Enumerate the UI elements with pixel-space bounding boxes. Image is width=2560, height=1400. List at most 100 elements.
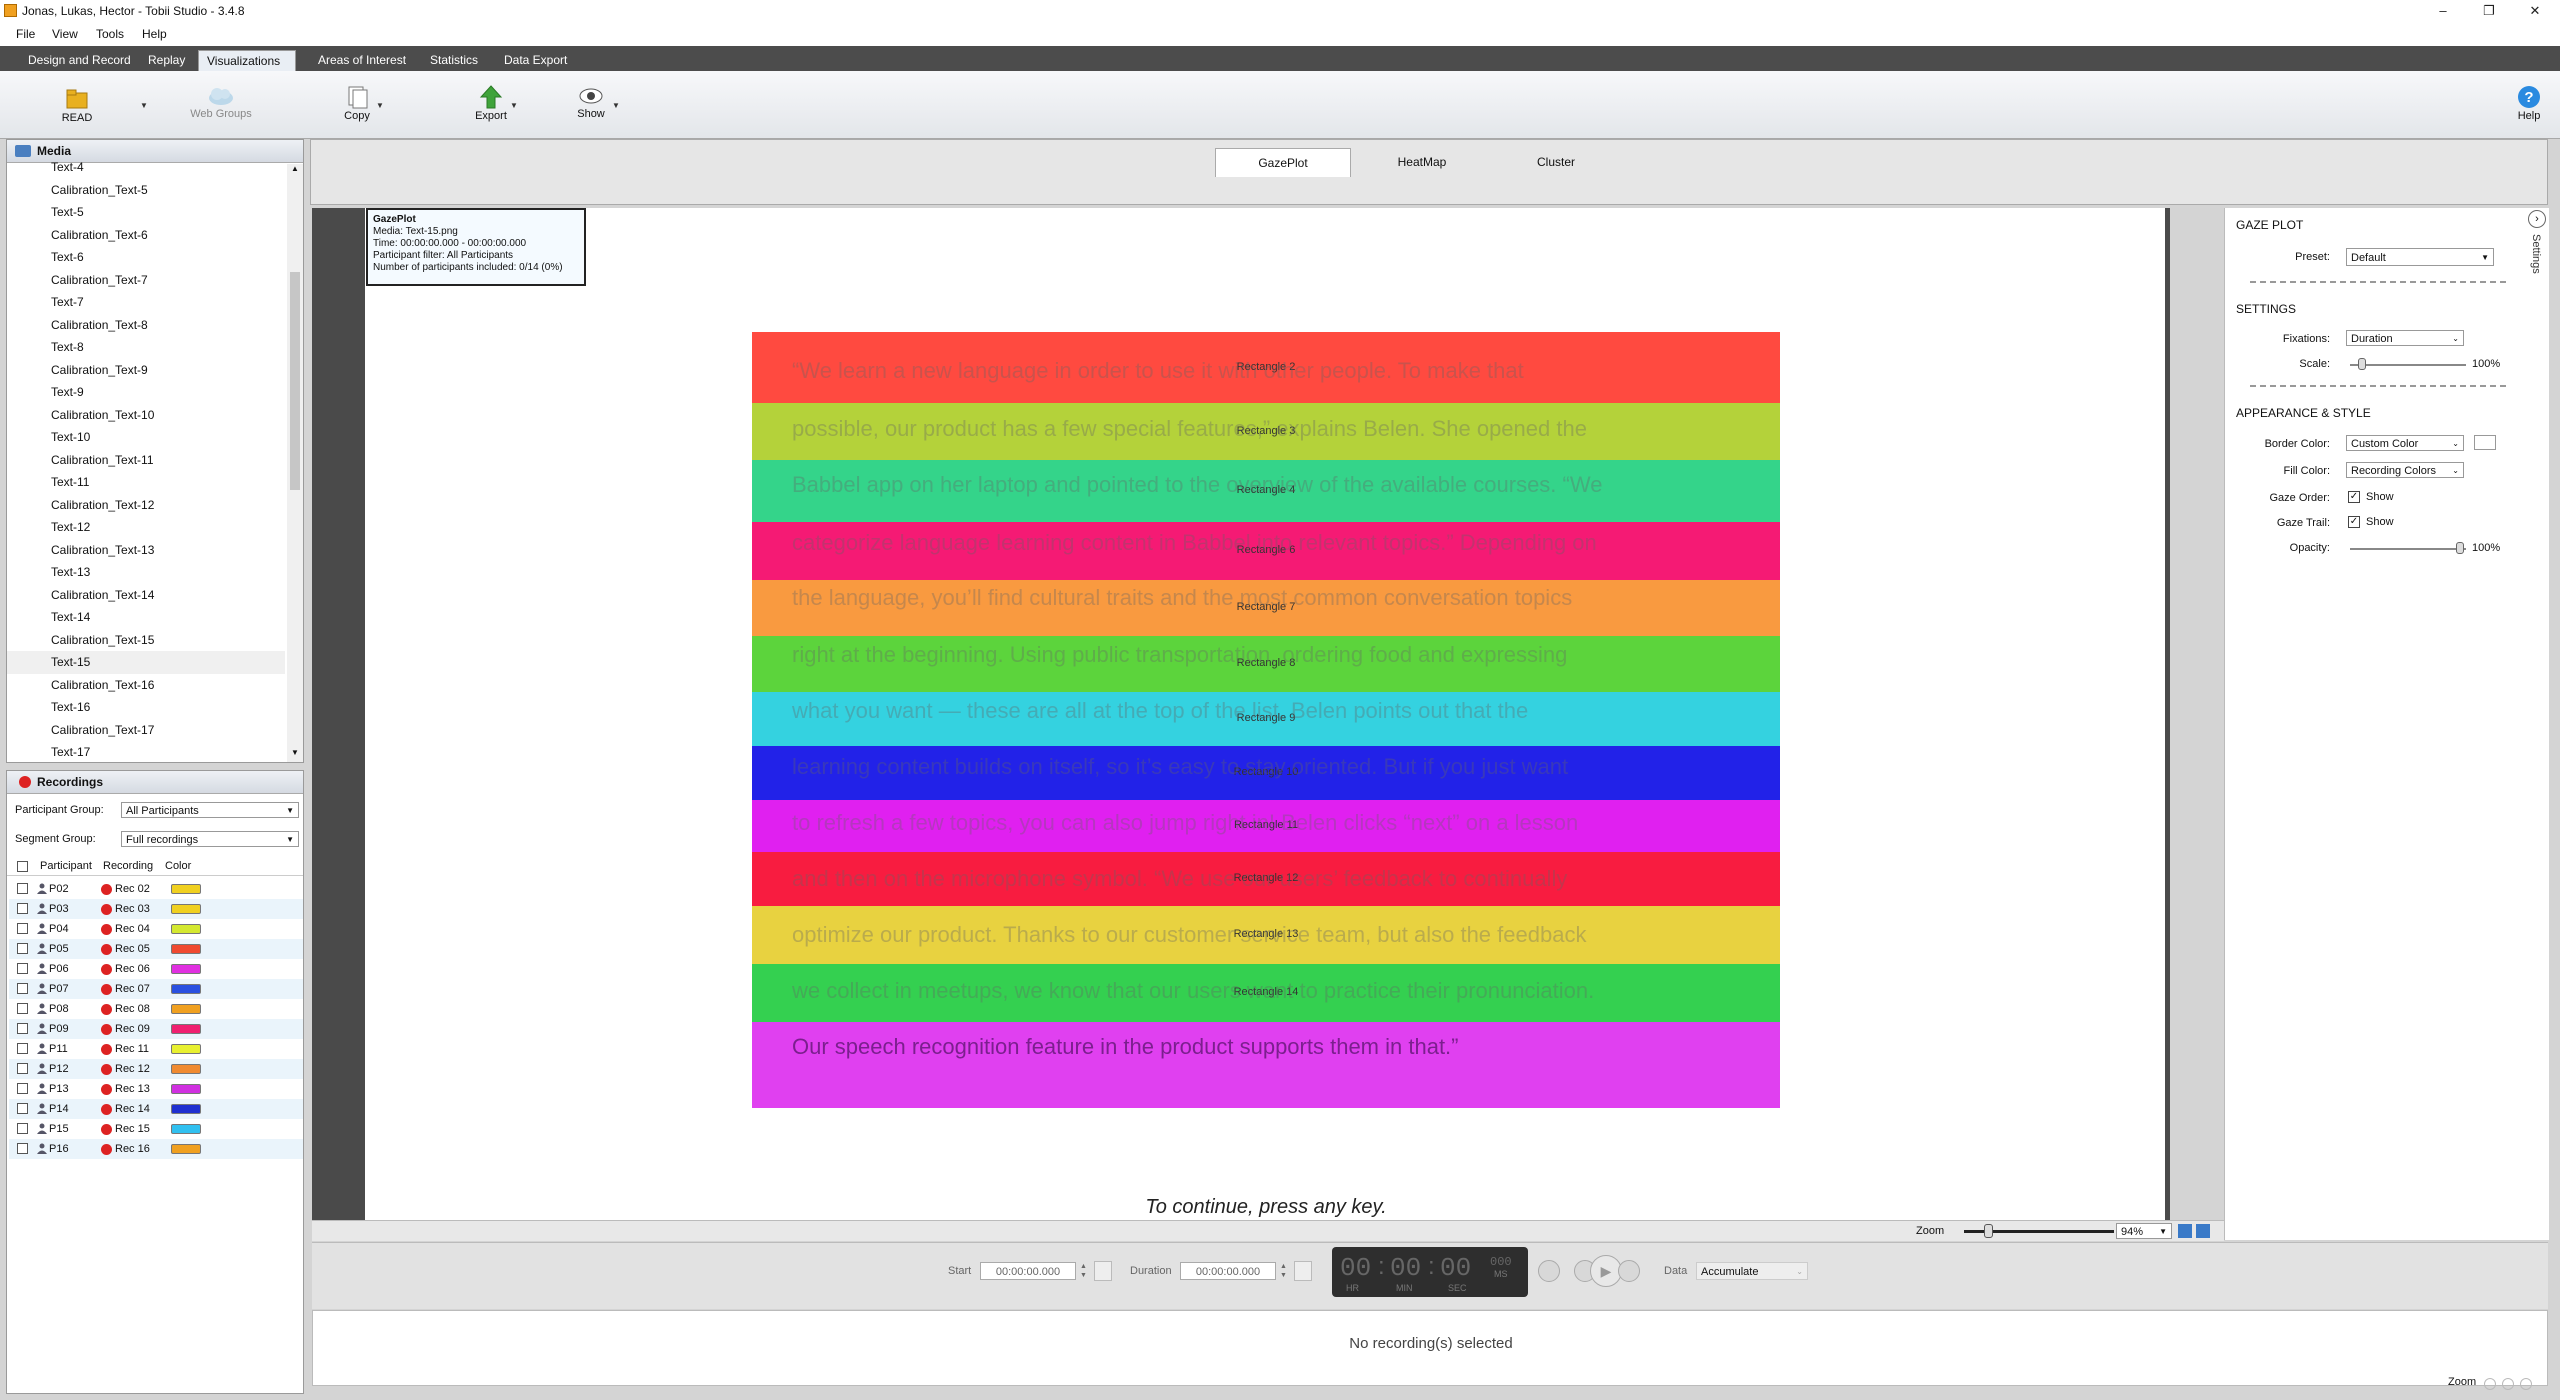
opacity-slider-knob[interactable] — [2456, 542, 2464, 554]
recording-color-swatch[interactable] — [171, 1104, 201, 1114]
recording-color-swatch[interactable] — [171, 1084, 201, 1094]
fixations-select[interactable]: Duration ⌄ — [2346, 330, 2464, 346]
recording-row[interactable]: P13 Rec 13 — [9, 1079, 303, 1099]
help-button[interactable]: ? Help — [2498, 85, 2560, 122]
recording-color-swatch[interactable] — [171, 1124, 201, 1134]
scale-slider-knob[interactable] — [2358, 358, 2366, 370]
show-button[interactable]: Show — [546, 85, 636, 120]
recording-checkbox[interactable] — [17, 923, 28, 934]
recording-checkbox[interactable] — [17, 903, 28, 914]
scroll-down-arrow[interactable]: ▼ — [291, 748, 299, 757]
media-item[interactable]: Calibration_Text-17 — [7, 719, 285, 742]
tab-cluster[interactable]: Cluster — [1491, 148, 1621, 176]
media-scrollbar[interactable]: ▲ ▼ — [287, 164, 303, 762]
duration-input[interactable]: 00:00:00.000 — [1180, 1262, 1276, 1280]
recording-checkbox[interactable] — [17, 1103, 28, 1114]
recording-checkbox[interactable] — [17, 1023, 28, 1034]
media-item[interactable]: Calibration_Text-16 — [7, 674, 285, 697]
media-item[interactable]: Calibration_Text-6 — [7, 224, 285, 247]
menu-tools[interactable]: Tools — [96, 27, 124, 41]
recording-checkbox[interactable] — [17, 883, 28, 894]
fill-color-select[interactable]: Recording Colors ⌄ — [2346, 462, 2464, 478]
settings-side-tab[interactable]: Settings — [2530, 234, 2542, 274]
recording-color-swatch[interactable] — [171, 884, 201, 894]
duration-spinner[interactable]: ▲ ▼ — [1280, 1262, 1288, 1280]
tab-design-and-record[interactable]: Design and Record — [20, 50, 139, 71]
media-item[interactable]: Calibration_Text-15 — [7, 629, 285, 652]
data-mode-select[interactable]: Accumulate ⌄ — [1696, 1262, 1808, 1280]
recording-color-swatch[interactable] — [171, 944, 201, 954]
recording-color-swatch[interactable] — [171, 1144, 201, 1154]
border-color-swatch[interactable] — [2474, 435, 2496, 450]
media-item[interactable]: Text-12 — [7, 516, 285, 539]
media-item[interactable]: Calibration_Text-11 — [7, 449, 285, 472]
media-item[interactable]: Text-14 — [7, 606, 285, 629]
recording-checkbox[interactable] — [17, 1043, 28, 1054]
forward-button[interactable] — [1618, 1260, 1640, 1282]
menu-help[interactable]: Help — [142, 27, 167, 41]
media-item[interactable]: Calibration_Text-5 — [7, 179, 285, 202]
recording-checkbox[interactable] — [17, 1003, 28, 1014]
actual-size-icon[interactable] — [2196, 1224, 2210, 1238]
recording-color-swatch[interactable] — [171, 1004, 201, 1014]
recording-row[interactable]: P16 Rec 16 — [9, 1139, 303, 1159]
media-item[interactable]: Calibration_Text-7 — [7, 269, 285, 292]
media-item[interactable]: Calibration_Text-8 — [7, 314, 285, 337]
recording-checkbox[interactable] — [17, 943, 28, 954]
zoom-in-icon[interactable] — [2502, 1378, 2514, 1390]
tab-heatmap[interactable]: HeatMap — [1357, 148, 1487, 176]
media-item[interactable]: Text-15 — [7, 651, 285, 674]
border-color-select[interactable]: Custom Color ⌄ — [2346, 435, 2464, 451]
media-item[interactable]: Calibration_Text-10 — [7, 404, 285, 427]
media-item[interactable]: Text-16 — [7, 696, 285, 719]
media-item[interactable]: Calibration_Text-14 — [7, 584, 285, 607]
menu-view[interactable]: View — [52, 27, 78, 41]
gaze-trail-checkbox[interactable]: ✓ — [2348, 516, 2360, 528]
media-item[interactable]: Text-7 — [7, 291, 285, 314]
zoom-select[interactable]: 94% ▼ — [2116, 1223, 2172, 1239]
recording-checkbox[interactable] — [17, 963, 28, 974]
scroll-up-arrow[interactable]: ▲ — [291, 164, 299, 173]
media-item[interactable]: Calibration_Text-12 — [7, 494, 285, 517]
read-button[interactable]: READ — [32, 87, 122, 124]
media-item[interactable]: Text-9 — [7, 381, 285, 404]
start-lock-icon[interactable] — [1094, 1261, 1112, 1281]
tab-areas-of-interest[interactable]: Areas of Interest — [310, 50, 414, 71]
media-item[interactable]: Calibration_Text-13 — [7, 539, 285, 562]
media-item[interactable]: Text-4 — [7, 162, 285, 179]
media-item[interactable]: Text-8 — [7, 336, 285, 359]
recording-row[interactable]: P02 Rec 02 — [9, 879, 303, 899]
recording-row[interactable]: P12 Rec 12 — [9, 1059, 303, 1079]
show-dropdown-arrow[interactable]: ▼ — [612, 101, 620, 110]
col-color[interactable]: Color — [165, 860, 191, 872]
participant-group-select[interactable]: All Participants ▼ — [121, 802, 299, 818]
minimize-button[interactable]: – — [2420, 0, 2466, 22]
select-all-checkbox[interactable] — [17, 861, 28, 872]
export-button[interactable]: Export — [446, 85, 536, 122]
scroll-thumb[interactable] — [290, 272, 300, 490]
recording-color-swatch[interactable] — [171, 1064, 201, 1074]
recording-row[interactable]: P14 Rec 14 — [9, 1099, 303, 1119]
tab-replay[interactable]: Replay — [140, 50, 193, 71]
media-item[interactable]: Calibration_Text-9 — [7, 359, 285, 382]
recording-row[interactable]: P09 Rec 09 — [9, 1019, 303, 1039]
stop-button[interactable] — [1538, 1260, 1560, 1282]
recording-row[interactable]: P05 Rec 05 — [9, 939, 303, 959]
media-item[interactable]: Text-17 — [7, 741, 285, 762]
menu-file[interactable]: File — [16, 27, 35, 41]
col-recording[interactable]: Recording — [103, 860, 153, 872]
recording-row[interactable]: P06 Rec 06 — [9, 959, 303, 979]
close-button[interactable]: ✕ — [2512, 0, 2558, 22]
maximize-button[interactable]: ❐ — [2466, 0, 2512, 22]
zoom-out-icon[interactable] — [2484, 1378, 2496, 1390]
copy-button[interactable]: Copy — [312, 85, 402, 122]
recording-checkbox[interactable] — [17, 1123, 28, 1134]
tab-statistics[interactable]: Statistics — [422, 50, 486, 71]
collapse-settings-icon[interactable]: › — [2528, 210, 2546, 228]
recording-checkbox[interactable] — [17, 1143, 28, 1154]
media-item[interactable]: Text-6 — [7, 246, 285, 269]
web-groups-button[interactable]: Web Groups — [176, 85, 266, 120]
zoom-slider-knob[interactable] — [1984, 1224, 1993, 1238]
preset-select[interactable]: Default ▼ — [2346, 248, 2494, 266]
recording-color-swatch[interactable] — [171, 904, 201, 914]
